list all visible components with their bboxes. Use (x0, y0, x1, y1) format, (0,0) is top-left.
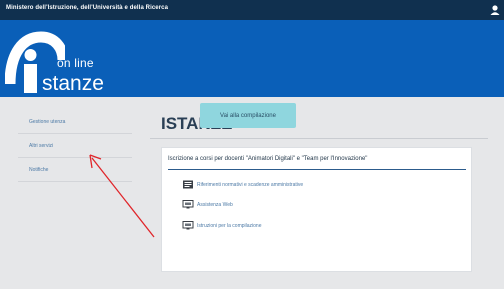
monitor-icon (182, 200, 194, 209)
link-label: Assistenza Web (197, 201, 233, 208)
user-icon[interactable] (489, 4, 501, 16)
ministry-title: Ministero dell'Istruzione, dell'Universi… (6, 5, 169, 11)
iscrizione-panel: Iscrizione a corsi per docenti "Animator… (161, 147, 472, 272)
top-bar: Ministero dell'Istruzione, dell'Universi… (0, 0, 504, 20)
link-istruzioni-compilazione[interactable]: Istruzioni per la compilazione (182, 221, 261, 230)
title-divider (150, 138, 488, 139)
sidebar-item-notifiche[interactable]: Notifiche (18, 158, 132, 182)
link-label: Istruzioni per la compilazione (197, 222, 262, 229)
logo-online-text: on line (57, 56, 94, 70)
istanze-online-logo[interactable]: on line stanze (5, 28, 115, 95)
vai-alla-compilazione-button[interactable]: Vai alla compilazione (200, 103, 296, 128)
logo-istanze-text: stanze (42, 72, 104, 95)
panel-heading: Iscrizione a corsi per docenti "Animator… (168, 156, 368, 162)
link-label: Riferimenti normativi e scadenze amminis… (197, 181, 304, 188)
link-assistenza-web[interactable]: Assistenza Web (182, 200, 233, 209)
monitor-icon (182, 221, 194, 230)
header-banner: on line stanze (0, 20, 504, 97)
document-icon (183, 180, 193, 189)
panel-divider (168, 169, 466, 170)
link-riferimenti-normativi[interactable]: Riferimenti normativi e scadenze amminis… (182, 180, 303, 189)
sidebar-item-gestione-utenza[interactable]: Gestione utenza (18, 110, 132, 134)
sidebar-menu: Gestione utenza Altri servizi Notifiche (18, 110, 132, 182)
sidebar-item-altri-servizi[interactable]: Altri servizi (18, 134, 132, 158)
